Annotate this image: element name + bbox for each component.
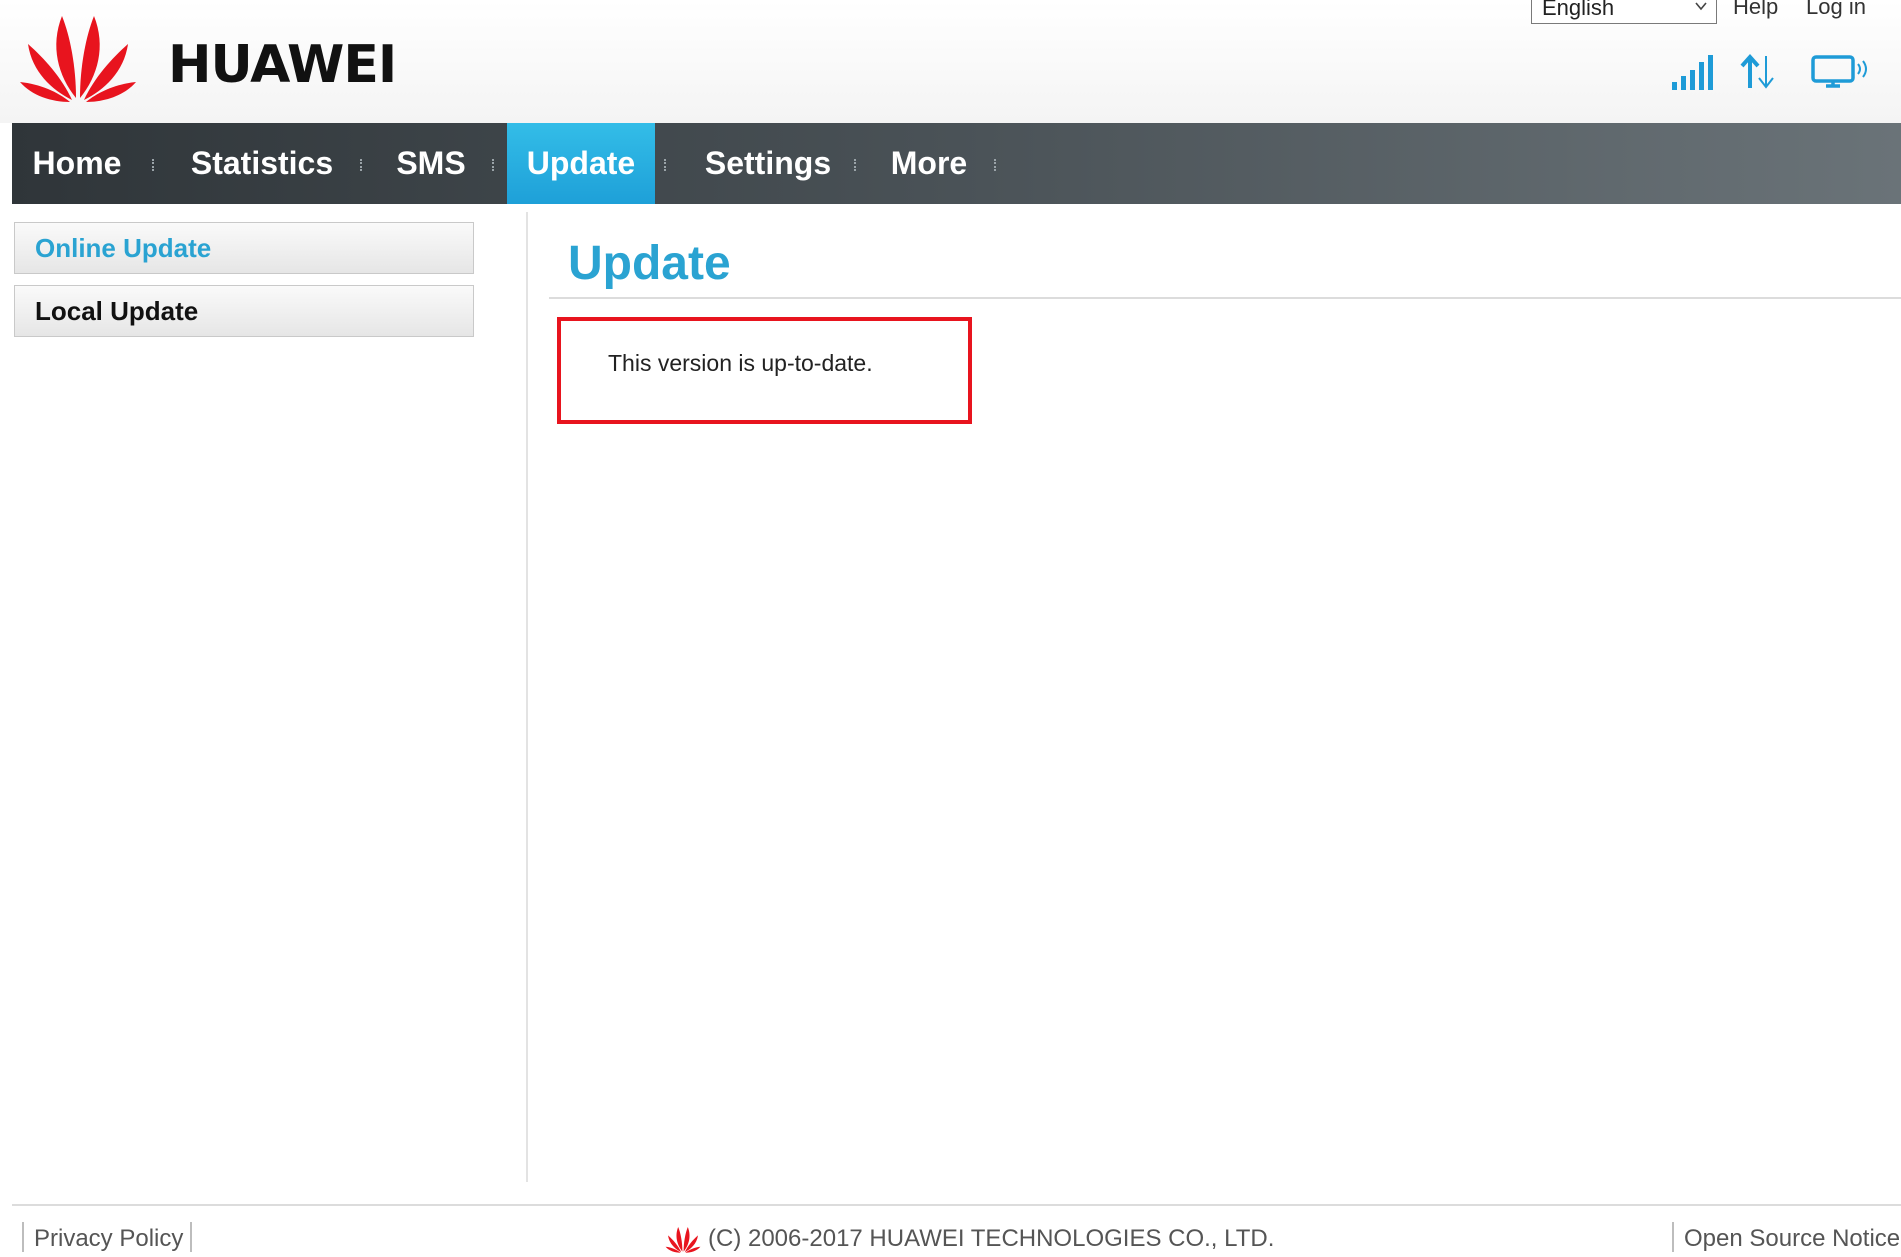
nav-settings[interactable]: Settings: [678, 123, 858, 204]
nav-home[interactable]: Home: [12, 123, 142, 204]
nav-separator: [492, 159, 496, 171]
page-title: Update: [568, 237, 731, 290]
footer-separator: [190, 1222, 192, 1252]
update-status-message: This version is up-to-date.: [608, 350, 873, 376]
header: HUAWEI English Help Log in: [0, 0, 1901, 123]
footer-separator: [22, 1222, 24, 1252]
status-icons: [1670, 52, 1890, 96]
nav-statistics[interactable]: Statistics: [172, 123, 352, 204]
nav-separator: [360, 159, 364, 171]
login-link[interactable]: Log in: [1806, 0, 1866, 20]
wifi-device-icon: [1811, 55, 1867, 88]
nav-update[interactable]: Update: [507, 123, 655, 204]
nav-more[interactable]: More: [874, 123, 984, 204]
footer-divider: [12, 1204, 1901, 1206]
copyright-text: (C) 2006-2017 HUAWEI TECHNOLOGIES CO., L…: [708, 1225, 1275, 1252]
help-link[interactable]: Help: [1733, 0, 1778, 20]
signal-icon: [1672, 55, 1713, 90]
huawei-flower-icon: [20, 16, 136, 102]
main-nav: Home Statistics SMS Update Settings More: [12, 123, 1901, 204]
nav-separator: [994, 159, 998, 171]
nav-sms[interactable]: SMS: [376, 123, 486, 204]
privacy-policy-link[interactable]: Privacy Policy: [34, 1224, 183, 1254]
title-divider: [549, 297, 1901, 299]
router-web-page: HUAWEI English Help Log in Home Statisti…: [0, 0, 1901, 1257]
footer-separator: [1672, 1222, 1674, 1252]
content-divider: [526, 212, 528, 1182]
nav-separator: [664, 159, 668, 171]
sidebar-item-online-update[interactable]: Online Update: [14, 222, 474, 274]
language-select[interactable]: English: [1531, 0, 1717, 24]
data-transfer-icon: [1740, 53, 1774, 89]
open-source-notice-link[interactable]: Open Source Notice: [1684, 1224, 1900, 1254]
brand-name: HUAWEI: [168, 35, 397, 95]
sidebar-item-local-update[interactable]: Local Update: [14, 285, 474, 337]
huawei-flower-icon: [665, 1227, 701, 1253]
nav-separator: [854, 159, 858, 171]
huawei-logo: HUAWEI: [18, 6, 418, 106]
chevron-down-icon: [1695, 2, 1707, 11]
nav-separator: [152, 159, 156, 171]
language-select-value: English: [1542, 0, 1615, 20]
